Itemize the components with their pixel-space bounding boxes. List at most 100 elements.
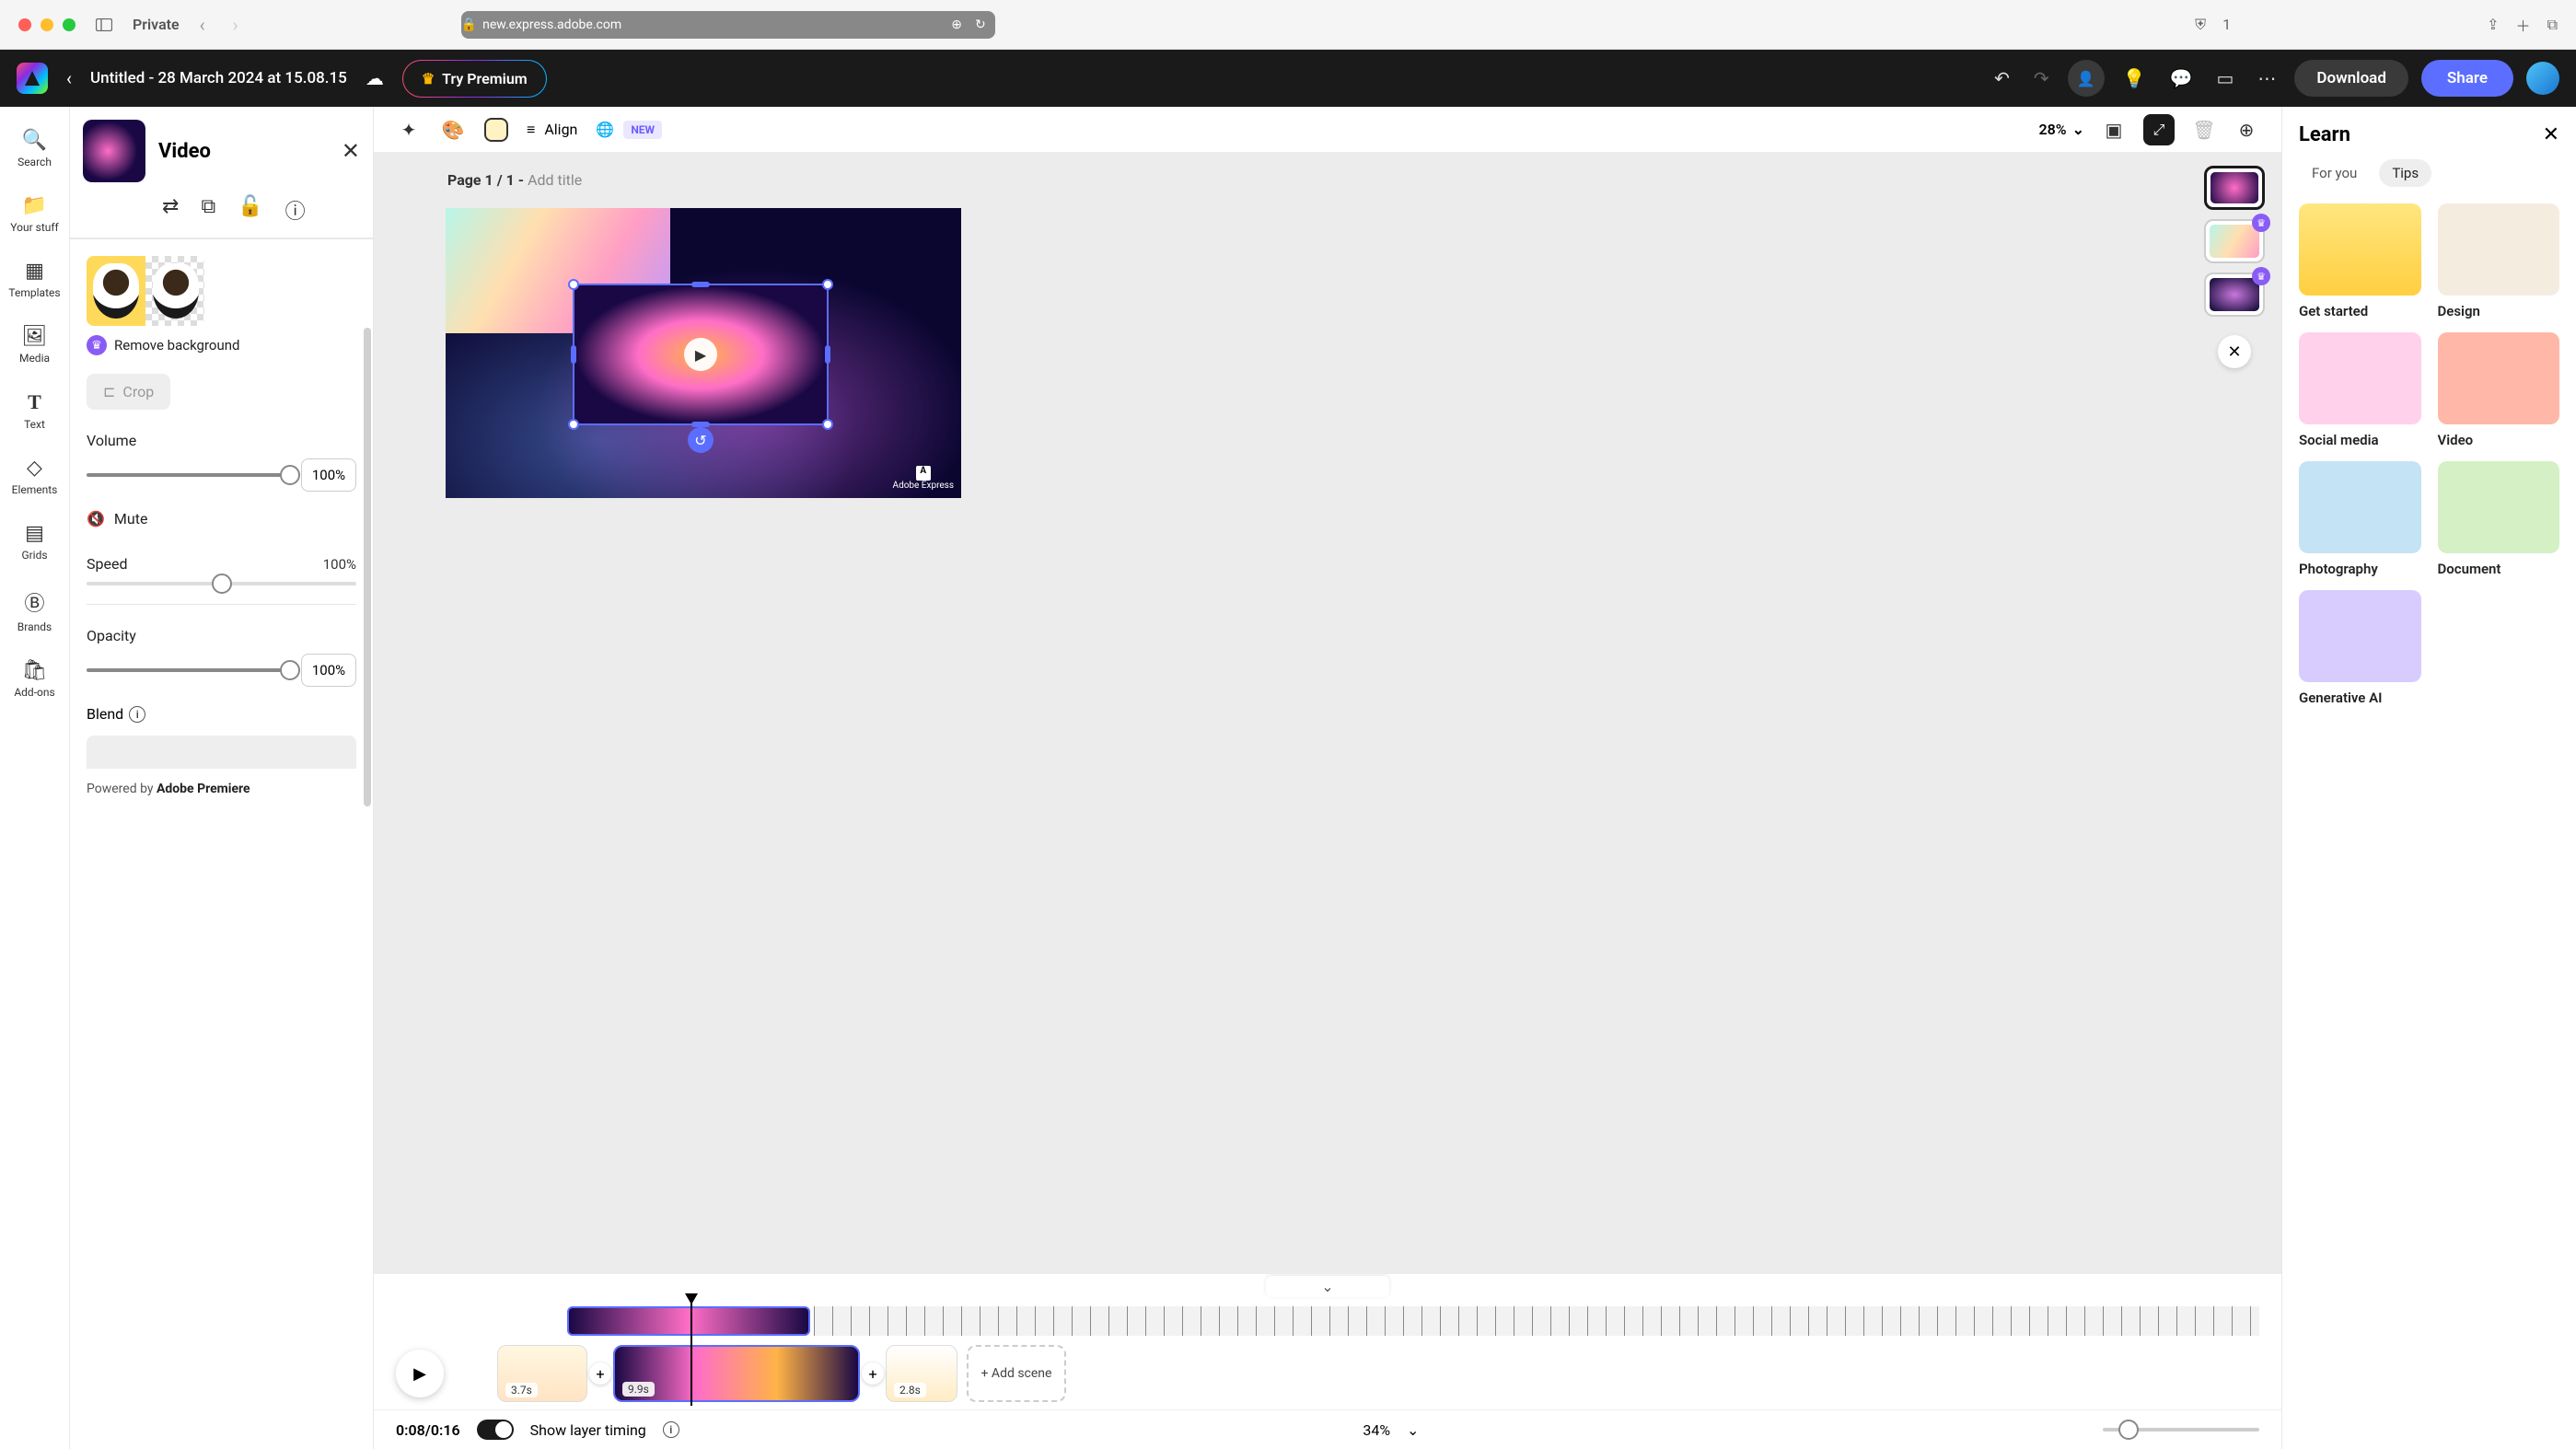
learn-card-document[interactable]: Document xyxy=(2438,461,2560,577)
resize-handle-nw[interactable] xyxy=(568,279,579,290)
close-panel-icon[interactable]: ✕ xyxy=(342,138,360,164)
back-arrow-icon[interactable]: ‹ xyxy=(192,14,213,36)
rail-item-text[interactable]: TText xyxy=(0,381,69,440)
redo-icon[interactable]: ↷ xyxy=(2028,62,2055,95)
volume-input[interactable] xyxy=(301,458,356,492)
effects-icon[interactable]: ✦ xyxy=(396,119,422,141)
learn-card-get-started[interactable]: Get started xyxy=(2299,203,2421,319)
maximize-window-icon[interactable] xyxy=(63,18,75,31)
adobe-express-logo-icon[interactable] xyxy=(17,63,48,94)
rail-item-search[interactable]: 🔍Search xyxy=(0,120,69,178)
present-icon[interactable]: ▭ xyxy=(2211,62,2240,95)
timeline-scene-3[interactable]: 2.8s xyxy=(886,1345,957,1402)
timeline-zoom-slider[interactable] xyxy=(2103,1428,2259,1432)
shape-fill-icon[interactable] xyxy=(484,118,508,142)
learn-card-social-media[interactable]: Social media xyxy=(2299,332,2421,448)
document-title[interactable]: Untitled - 28 March 2024 at 15.08.15 xyxy=(90,69,347,87)
tabs-overview-icon[interactable]: ⧉ xyxy=(2547,16,2558,34)
learn-card-design[interactable]: Design xyxy=(2438,203,2560,319)
close-window-icon[interactable] xyxy=(18,18,31,31)
add-scene-between-2[interactable]: + xyxy=(862,1362,884,1385)
zoom-dropdown[interactable]: 28% ⌄ xyxy=(2039,121,2085,138)
speed-slider[interactable] xyxy=(87,582,356,585)
undo-icon[interactable]: ↶ xyxy=(1989,62,2015,95)
layer-timing-info-icon[interactable]: i xyxy=(663,1421,679,1438)
learn-card-video[interactable]: Video xyxy=(2438,332,2560,448)
align-dropdown[interactable]: ≡ Align xyxy=(527,121,577,139)
reset-transform-icon[interactable]: ↺ xyxy=(688,427,714,453)
sidebar-toggle-icon[interactable] xyxy=(88,15,120,35)
add-page-icon[interactable]: ⊕ xyxy=(2234,119,2259,141)
hint-icon[interactable]: 💡 xyxy=(2118,62,2152,95)
translate-button[interactable]: 🌐 NEW xyxy=(596,121,662,139)
share-browser-icon[interactable]: ⇪ xyxy=(2487,16,2499,33)
chevron-down-icon[interactable]: ⌄ xyxy=(1407,1421,1419,1439)
page-indicator[interactable]: Page 1 / 1 - Add title xyxy=(447,171,582,189)
timeline-playhead[interactable] xyxy=(690,1303,692,1406)
rail-item-templates[interactable]: ▦Templates xyxy=(0,250,69,308)
url-bar[interactable]: 🔒 new.express.adobe.com ⊕ ↻ xyxy=(461,11,995,39)
minimize-window-icon[interactable] xyxy=(41,18,53,31)
delete-icon[interactable]: 🗑 xyxy=(2191,119,2217,141)
blend-info-icon[interactable]: i xyxy=(129,706,145,723)
add-collaborator-button[interactable]: 👤 xyxy=(2068,60,2105,97)
share-button[interactable]: Share xyxy=(2421,60,2513,97)
blend-dropdown[interactable] xyxy=(87,736,356,769)
rail-item-media[interactable]: 🖼Media xyxy=(0,316,69,374)
user-avatar[interactable] xyxy=(2526,62,2559,95)
try-premium-button[interactable]: ♛ Try Premium xyxy=(402,60,547,98)
timeline-play-button[interactable]: ▶ xyxy=(396,1350,444,1397)
timeline-scene-1[interactable]: 3.7s xyxy=(497,1345,587,1402)
page-thumbnail-2[interactable]: ♛ xyxy=(2204,219,2265,263)
resize-handle-w[interactable] xyxy=(571,345,576,364)
rail-item-brands[interactable]: ⒷBrands xyxy=(0,578,69,643)
timeline-video-clip[interactable] xyxy=(567,1306,810,1336)
play-video-icon[interactable]: ▶ xyxy=(684,338,717,371)
duplicate-icon[interactable]: ⧉ xyxy=(201,195,215,225)
forward-arrow-icon[interactable]: › xyxy=(226,14,246,36)
selected-video-element[interactable]: ▶ ↺ xyxy=(573,284,829,425)
learn-card-photography[interactable]: Photography xyxy=(2299,461,2421,577)
rail-item-grids[interactable]: ▤Grids xyxy=(0,513,69,571)
resize-handle-e[interactable] xyxy=(825,345,830,364)
opacity-slider[interactable] xyxy=(87,668,290,672)
tab-tips[interactable]: Tips xyxy=(2379,159,2431,187)
shield-icon[interactable]: ⛨ xyxy=(2195,16,2206,34)
resize-handle-n[interactable] xyxy=(691,282,710,287)
fullscreen-button[interactable]: ⤢ xyxy=(2143,114,2175,145)
comment-icon[interactable]: 💬 xyxy=(2164,62,2199,95)
page-thumbnail-1[interactable] xyxy=(2204,166,2265,210)
resize-handle-sw[interactable] xyxy=(568,419,579,430)
add-scene-button[interactable]: + Add scene xyxy=(967,1345,1066,1402)
replace-icon[interactable]: ⇄ xyxy=(162,195,179,225)
close-learn-icon[interactable]: ✕ xyxy=(2543,123,2559,146)
download-button[interactable]: Download xyxy=(2294,60,2408,97)
mute-button[interactable]: 🔇 Mute xyxy=(87,510,356,527)
crop-button[interactable]: ⊏ Crop xyxy=(87,374,170,410)
more-menu-icon[interactable]: ⋯ xyxy=(2252,62,2281,95)
color-icon[interactable]: 🎨 xyxy=(440,119,466,141)
add-scene-between-1[interactable]: + xyxy=(589,1362,611,1385)
timeline-expand-handle[interactable]: ⌄ xyxy=(374,1274,2281,1299)
page-thumbnail-3[interactable]: ♛ xyxy=(2204,272,2265,317)
reload-icon[interactable]: ↻ xyxy=(975,17,986,32)
translate-icon[interactable]: ⊕ xyxy=(951,17,962,32)
new-tab-icon[interactable]: ＋ xyxy=(2516,14,2531,36)
rail-item-addons[interactable]: 🛍Add-ons xyxy=(0,650,69,708)
cloud-sync-icon[interactable]: ☁ xyxy=(366,67,384,89)
back-button-icon[interactable]: ‹ xyxy=(66,67,72,89)
lock-icon[interactable]: 🔓 xyxy=(238,195,262,225)
info-icon[interactable]: ⓘ xyxy=(285,195,306,225)
close-thumbnails-button[interactable]: ✕ xyxy=(2218,335,2251,368)
rail-item-elements[interactable]: ◇Elements xyxy=(0,447,69,505)
volume-slider[interactable] xyxy=(87,473,290,477)
scrollbar[interactable] xyxy=(364,328,371,806)
layer-timing-toggle[interactable] xyxy=(477,1420,514,1440)
fit-icon[interactable]: ▣ xyxy=(2101,119,2127,141)
canvas-page[interactable]: ▶ ↺ A Adobe Express xyxy=(446,208,961,498)
learn-card-generative-ai[interactable]: Generative AI xyxy=(2299,590,2421,706)
resize-handle-se[interactable] xyxy=(822,419,833,430)
resize-handle-ne[interactable] xyxy=(822,279,833,290)
tab-for-you[interactable]: For you xyxy=(2299,159,2370,187)
opacity-input[interactable] xyxy=(301,654,356,687)
